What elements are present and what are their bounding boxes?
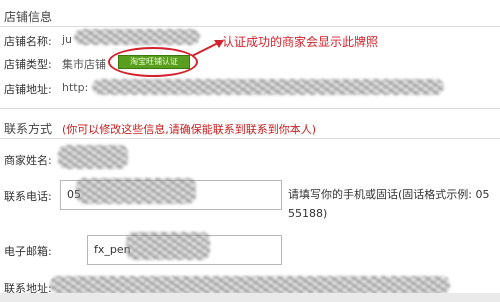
phone-hint: 请填写你的手机或固话(固话格式示例: 05 55188) bbox=[288, 188, 490, 220]
shop-name-value: ju bbox=[62, 33, 73, 46]
shop-address-label: 店铺地址: bbox=[4, 83, 52, 96]
section-divider bbox=[0, 138, 500, 139]
contact-note: (你可以修改这些信息,请确保能联系到联系到你本人) bbox=[62, 123, 317, 136]
merchant-name-label: 商家姓名: bbox=[4, 154, 52, 167]
redacted-shop-address bbox=[92, 79, 444, 95]
redacted-merchant-name bbox=[58, 145, 128, 169]
section-divider bbox=[0, 26, 500, 27]
annotation-text: 认证成功的商家会显示此牌照 bbox=[222, 35, 379, 49]
redacted-email bbox=[126, 232, 210, 260]
contact-title: 联系方式 bbox=[4, 122, 53, 136]
section-divider bbox=[0, 108, 500, 109]
shop-name-label: 店铺名称: bbox=[4, 35, 52, 48]
badge-highlight-ellipse bbox=[108, 47, 198, 77]
redacted-shop-name bbox=[74, 29, 200, 45]
shop-info-title: 店铺信息 bbox=[4, 10, 53, 24]
email-label: 电子邮箱: bbox=[4, 245, 52, 258]
redacted-phone bbox=[76, 178, 196, 204]
phone-label: 联系电话: bbox=[4, 190, 52, 203]
redacted-contact-address bbox=[50, 276, 450, 294]
bottom-bar bbox=[0, 293, 500, 302]
shop-type-label: 店铺类型: bbox=[4, 58, 52, 71]
shop-type-value: 集市店铺 bbox=[62, 58, 106, 71]
shop-address-prefix[interactable]: http: bbox=[62, 81, 88, 94]
annotation-arrow-icon bbox=[191, 40, 224, 57]
